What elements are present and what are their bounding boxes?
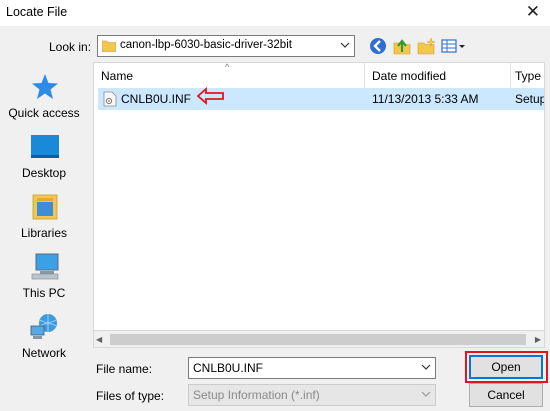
computer-icon: [31, 253, 59, 280]
place-desktop[interactable]: Desktop: [0, 132, 88, 188]
place-quick-access[interactable]: Quick access: [0, 72, 88, 128]
scroll-thumb[interactable]: [110, 334, 526, 345]
scroll-left-icon[interactable]: ◀: [96, 335, 102, 344]
star-icon: [32, 74, 58, 99]
scroll-right-icon[interactable]: ▶: [535, 335, 541, 344]
back-icon[interactable]: [368, 36, 388, 56]
chevron-down-icon[interactable]: [339, 39, 351, 51]
place-label: This PC: [22, 286, 66, 300]
place-label: Desktop: [21, 166, 67, 180]
column-separator[interactable]: [510, 63, 511, 88]
desktop-icon: [31, 135, 59, 158]
chevron-down-icon[interactable]: [420, 388, 432, 400]
window-title: Locate File: [6, 5, 68, 19]
file-type-dropdown[interactable]: Setup Information (*.inf): [188, 384, 436, 406]
column-separator[interactable]: [364, 63, 365, 88]
open-button[interactable]: Open: [469, 355, 543, 379]
place-label: Network: [21, 346, 66, 360]
file-date: 11/13/2013 5:33 AM: [372, 92, 479, 106]
file-list-header: ^ Name Date modified Type: [94, 62, 544, 88]
arrow-left-annotation-icon: [197, 87, 224, 105]
place-libraries[interactable]: Libraries: [0, 192, 88, 248]
chevron-down-icon[interactable]: [420, 361, 432, 373]
sort-ascending-icon: ^: [225, 62, 230, 72]
file-name: CNLB0U.INF: [121, 92, 192, 106]
place-label: Quick access: [8, 106, 80, 120]
look-in-label: Look in:: [49, 40, 92, 54]
file-name-label: File name:: [96, 362, 153, 376]
file-type-value: Setup Information (*.inf): [193, 388, 320, 402]
place-network[interactable]: Network: [0, 312, 88, 368]
file-row[interactable]: CNLB0U.INF 11/13/2013 5:33 AM Setup: [98, 88, 545, 110]
horizontal-scrollbar[interactable]: ◀ ▶: [93, 331, 545, 348]
libraries-icon: [32, 194, 58, 220]
close-icon[interactable]: ✕: [526, 2, 540, 22]
title-bar: Locate File ✕: [0, 0, 550, 26]
inf-file-icon: [103, 91, 117, 107]
folder-icon: [102, 40, 116, 52]
cancel-button[interactable]: Cancel: [469, 383, 543, 407]
file-name-input[interactable]: CNLB0U.INF: [188, 357, 436, 379]
file-name-value: CNLB0U.INF: [193, 361, 264, 375]
place-label: Libraries: [20, 226, 68, 240]
view-menu-icon[interactable]: [440, 36, 466, 56]
places-bar: Quick access Desktop Libraries This PC N…: [0, 62, 88, 360]
file-type-label: Files of type:: [96, 389, 165, 403]
look-in-path: canon-lbp-6030-basic-driver-32bit: [120, 39, 292, 51]
up-folder-icon[interactable]: [392, 36, 412, 56]
file-type: Setup: [515, 92, 545, 106]
column-header-type[interactable]: Type: [515, 69, 541, 83]
look-in-dropdown[interactable]: canon-lbp-6030-basic-driver-32bit: [97, 35, 355, 57]
file-list[interactable]: ^ Name Date modified Type CNLB0U.INF 11/…: [93, 62, 545, 331]
network-icon: [30, 314, 57, 339]
column-header-date[interactable]: Date modified: [372, 69, 446, 83]
column-header-name[interactable]: Name: [101, 69, 133, 83]
new-folder-icon[interactable]: [416, 36, 436, 56]
place-this-pc[interactable]: This PC: [0, 252, 88, 308]
